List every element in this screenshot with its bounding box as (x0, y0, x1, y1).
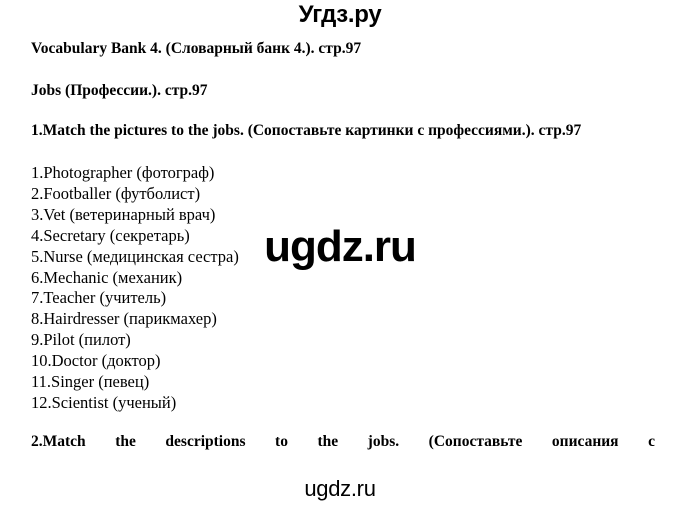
list-item: 9.Pilot (пилот) (31, 330, 131, 350)
list-item: 8.Hairdresser (парикмахер) (31, 309, 217, 329)
watermark-top: Угдз.ру (298, 1, 382, 28)
heading-vocabulary-bank: Vocabulary Bank 4. (Словарный банк 4.). … (31, 40, 362, 57)
list-item: 7.Teacher (учитель) (31, 288, 167, 308)
heading-jobs: Jobs (Профессии.). стр.97 (31, 82, 208, 99)
list-item: 12.Scientist (ученый) (31, 392, 177, 412)
task-2-instruction: 2.Match the descriptions to the jobs. (С… (31, 433, 655, 450)
job-list: 1.Photographer (фотограф) 2.Footballer (… (31, 163, 239, 414)
list-item: 2.Footballer (футболист) (31, 183, 201, 203)
list-item: 1.Photographer (фотограф) (31, 163, 215, 182)
watermark-center: ugdz.ru (264, 222, 417, 271)
list-item: 11.Singer (певец) (31, 372, 150, 392)
task-1-instruction: 1.Match the pictures to the jobs. (Сопос… (31, 122, 582, 139)
list-item: 10.Doctor (доктор) (31, 351, 161, 371)
watermark-bottom: ugdz.ru (304, 476, 376, 501)
